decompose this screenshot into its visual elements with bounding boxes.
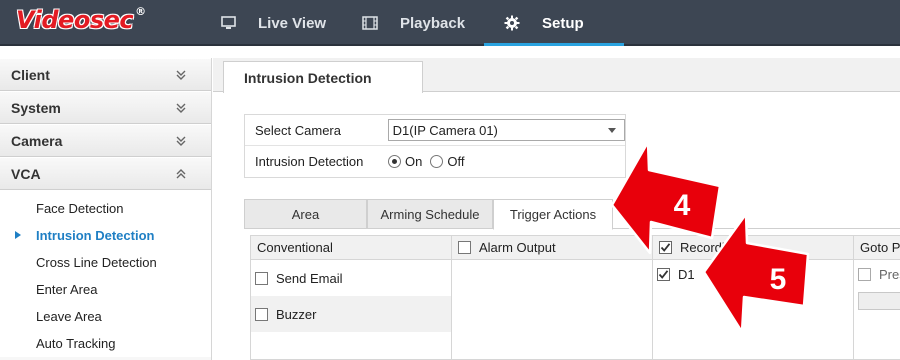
goto-preset-column: Goto Pre Prese xyxy=(854,236,900,360)
chevron-up-icon xyxy=(176,168,186,178)
sidebar-section-label: System xyxy=(11,99,61,116)
sidebar-section-label: Camera xyxy=(11,132,63,149)
buzzer-checkbox[interactable] xyxy=(255,307,268,321)
sidebar-item-auto-tracking[interactable]: Auto Tracking xyxy=(0,330,211,357)
sidebar-item-face-detection[interactable]: Face Detection xyxy=(0,195,211,222)
preset-select[interactable] xyxy=(858,292,900,310)
d1-label: D1 xyxy=(678,266,695,282)
buzzer-label: Buzzer xyxy=(276,306,317,322)
recording-label: Recording xyxy=(680,240,740,255)
sidebar-section-client[interactable]: Client xyxy=(0,58,211,91)
recording-header: Recording xyxy=(653,236,853,260)
send-email-option[interactable]: Send Email xyxy=(251,260,451,296)
radio-on-circle[interactable] xyxy=(388,155,401,168)
brand-logo: Videosec ® xyxy=(16,5,146,34)
alarm-output-checkbox[interactable] xyxy=(458,241,471,254)
sidebar: Client System Camera VCA Face Detection … xyxy=(0,58,212,360)
nav-live-view[interactable]: Live View xyxy=(220,0,326,46)
alarm-output-label: Alarm Output xyxy=(479,240,556,255)
radio-off-circle[interactable] xyxy=(430,155,444,168)
nav-live-view-label: Live View xyxy=(258,14,327,32)
preset-checkbox[interactable] xyxy=(858,267,871,281)
preset-option[interactable]: Prese xyxy=(854,260,900,288)
alarm-output-header: Alarm Output xyxy=(452,236,652,260)
tab-arming-schedule[interactable]: Arming Schedule xyxy=(367,199,493,229)
d1-checkbox[interactable] xyxy=(657,267,670,281)
active-nav-indicator xyxy=(484,43,624,46)
recording-column: Recording D1 xyxy=(653,236,854,360)
sidebar-item-label: Face Detection xyxy=(36,201,124,216)
sidebar-item-label: Intrusion Detection xyxy=(36,228,155,243)
nav-setup-label: Setup xyxy=(542,14,584,32)
send-email-label: Send Email xyxy=(276,270,343,286)
tab-area[interactable]: Area xyxy=(244,199,367,229)
conventional-column: Conventional Send Email Buzzer xyxy=(251,236,452,360)
page-tab-intrusion-detection[interactable]: Intrusion Detection xyxy=(223,61,423,93)
dropdown-caret-icon xyxy=(608,128,616,133)
sidebar-item-leave-area[interactable]: Leave Area xyxy=(0,303,211,330)
select-camera-row: Select Camera D1(IP Camera 01) xyxy=(245,115,625,146)
active-marker-icon xyxy=(15,231,21,239)
main-content: Intrusion Detection Select Camera D1(IP … xyxy=(213,58,900,360)
camera-select[interactable]: D1(IP Camera 01) xyxy=(387,119,625,141)
sidebar-item-cross-line-detection[interactable]: Cross Line Detection xyxy=(0,249,211,276)
subtab-bar: Area Arming Schedule Trigger Actions xyxy=(244,199,900,230)
tab-trigger-actions[interactable]: Trigger Actions xyxy=(493,199,613,230)
camera-select-value: D1(IP Camera 01) xyxy=(392,122,498,138)
radio-off[interactable]: Off xyxy=(430,154,464,169)
preset-label: Prese xyxy=(879,266,900,282)
send-email-checkbox[interactable] xyxy=(255,271,268,285)
recording-checkbox[interactable] xyxy=(659,241,672,254)
sidebar-section-vca[interactable]: VCA xyxy=(0,157,211,190)
film-icon xyxy=(362,15,378,31)
sidebar-item-label: Cross Line Detection xyxy=(36,255,157,270)
nav-playback[interactable]: Playback xyxy=(362,0,465,46)
sidebar-section-label: Client xyxy=(11,66,50,83)
goto-preset-header: Goto Pre xyxy=(854,236,900,260)
intrusion-detection-label: Intrusion Detection xyxy=(255,154,364,169)
sidebar-item-enter-area[interactable]: Enter Area xyxy=(0,276,211,303)
intrusion-detection-row: Intrusion Detection On Off xyxy=(245,146,625,177)
alarm-output-column: Alarm Output xyxy=(452,236,653,360)
sidebar-section-label: VCA xyxy=(11,165,41,182)
gear-icon xyxy=(504,15,520,31)
checkmark-icon xyxy=(658,269,669,279)
nav-setup[interactable]: Setup xyxy=(504,0,584,46)
top-navigation-bar: Videosec ® Live View Playback Setup xyxy=(0,0,900,46)
sidebar-section-camera[interactable]: Camera xyxy=(0,124,211,157)
checkmark-icon xyxy=(660,243,671,252)
buzzer-option[interactable]: Buzzer xyxy=(251,296,451,332)
radio-off-label: Off xyxy=(447,154,465,169)
sidebar-item-label: Enter Area xyxy=(36,282,98,297)
select-camera-label: Select Camera xyxy=(255,122,341,138)
chevron-down-icon xyxy=(176,103,186,113)
page-tab-bar: Intrusion Detection xyxy=(213,58,900,93)
radio-on-label: On xyxy=(405,154,423,169)
chevron-down-icon xyxy=(176,136,186,146)
nav-playback-label: Playback xyxy=(400,14,466,32)
sidebar-section-system[interactable]: System xyxy=(0,91,211,124)
sidebar-item-label: Auto Tracking xyxy=(36,336,116,351)
conventional-header: Conventional xyxy=(251,236,451,260)
radio-on[interactable]: On xyxy=(388,154,422,169)
trigger-actions-table: Conventional Send Email Buzzer Alarm Out… xyxy=(250,235,900,360)
sidebar-item-intrusion-detection[interactable]: Intrusion Detection xyxy=(0,222,211,249)
sidebar-item-label: Leave Area xyxy=(36,309,102,324)
detection-settings-form: Select Camera D1(IP Camera 01) Intrusion… xyxy=(244,114,626,178)
d1-option[interactable]: D1 xyxy=(653,260,853,288)
monitor-icon xyxy=(220,15,236,31)
chevron-down-icon xyxy=(176,70,186,80)
